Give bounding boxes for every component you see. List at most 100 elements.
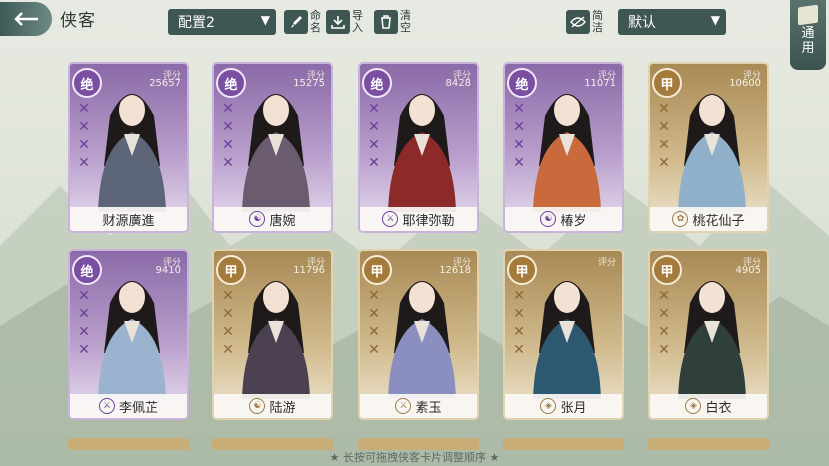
hero-name: 白衣 (705, 400, 732, 416)
star-marks: ✕ ✕ ✕ ✕ (658, 288, 670, 358)
yin-yang-icon: ☯ (540, 211, 557, 227)
name-bar: ◈ 白衣 (650, 394, 767, 418)
score-value: 12618 (439, 265, 471, 276)
score-value: 4905 (735, 265, 761, 276)
chevron-down-icon: ▼ (260, 13, 270, 27)
star-marks: ✕ ✕ ✕ ✕ (513, 101, 525, 171)
back-button[interactable] (0, 2, 52, 36)
star-marks: ✕ ✕ ✕ ✕ (222, 101, 234, 171)
score-value: 25657 (149, 78, 181, 89)
name-bar: ⚔ 李佩芷 (70, 394, 187, 418)
name-bar: ☯ 陆游 (214, 394, 331, 418)
grade-badge: 甲 (652, 68, 682, 98)
star-marks: ✕ ✕ ✕ ✕ (368, 101, 380, 171)
hero-name: 财源廣進 (102, 213, 155, 229)
hero-card[interactable]: 绝 ✕ ✕ ✕ ✕ 评分 25657 财源廣進 (68, 62, 189, 233)
hero-card[interactable]: 绝 ✕ ✕ ✕ ✕ 评分 15275 ☯ 唐婉 (212, 62, 333, 233)
hero-portrait (98, 94, 166, 212)
hero-portrait (678, 281, 746, 399)
grade-badge: 甲 (652, 255, 682, 285)
back-arrow-icon (14, 12, 38, 26)
brush-icon (284, 10, 308, 34)
grade-badge: 绝 (72, 68, 102, 98)
hero-card[interactable]: 绝 ✕ ✕ ✕ ✕ 评分 8428 ⚔ 耶律弥勒 (358, 62, 479, 233)
grade-badge: 甲 (507, 255, 537, 285)
grade-badge: 绝 (507, 68, 537, 98)
hero-card[interactable]: 甲 ✕ ✕ ✕ ✕ 评分 12618 ⚔ 素玉 (358, 249, 479, 420)
grade-badge: 绝 (362, 68, 392, 98)
top-bar: 侠客 配置2 ▼ 命名 导入 清空 简洁 默认 ▼ (0, 0, 829, 42)
yin-yang-icon: ☯ (249, 211, 266, 227)
book-icon (798, 4, 818, 26)
name-bar: ◈ 张月 (505, 394, 622, 418)
hero-name: 陆游 (269, 400, 296, 416)
chevron-down-icon: ▼ (710, 13, 720, 27)
hero-portrait (242, 94, 310, 212)
grade-badge: 甲 (216, 255, 246, 285)
import-label: 导入 (352, 9, 363, 34)
score-label: 评分 (597, 258, 616, 268)
score-value: 11071 (584, 78, 616, 89)
hero-portrait (388, 281, 456, 399)
compact-toggle[interactable]: 简洁 (566, 8, 606, 36)
import-button[interactable]: 导入 (326, 8, 366, 36)
shield-icon: ◈ (540, 398, 557, 414)
flower-icon: ✿ (672, 211, 689, 227)
name-bar: ✿ 桃花仙子 (650, 207, 767, 231)
hero-name: 素玉 (415, 400, 442, 416)
name-bar: ☯ 椿岁 (505, 207, 622, 231)
compact-label: 简洁 (592, 9, 603, 34)
hero-portrait (533, 94, 601, 212)
drag-hint: ★ 长按可拖拽侠客卡片调整顺序 ★ (329, 451, 500, 464)
score-value: 8428 (445, 78, 471, 89)
star-marks: ✕ ✕ ✕ ✕ (222, 288, 234, 358)
grade-badge: 甲 (362, 255, 392, 285)
grade-badge: 绝 (72, 255, 102, 285)
preset-dropdown[interactable]: 配置2 ▼ (168, 9, 276, 35)
hero-card[interactable]: 甲 ✕ ✕ ✕ ✕ 评分 11796 ☯ 陆游 (212, 249, 333, 420)
hero-portrait (242, 281, 310, 399)
general-tab[interactable]: 通用 (790, 0, 826, 70)
hero-card[interactable]: 绝 ✕ ✕ ✕ ✕ 评分 11071 ☯ 椿岁 (503, 62, 624, 233)
hero-name: 张月 (560, 400, 587, 416)
star-marks: ✕ ✕ ✕ ✕ (658, 101, 670, 171)
page-title: 侠客 (60, 11, 96, 31)
clear-button[interactable]: 清空 (374, 8, 414, 36)
name-bar: ⚔ 素玉 (360, 394, 477, 418)
blade-icon: ⚔ (395, 398, 412, 414)
eye-hidden-icon (566, 10, 590, 34)
hero-name: 耶律弥勒 (402, 213, 455, 229)
hero-card[interactable]: 甲 ✕ ✕ ✕ ✕ 评分 4905 ◈ 白衣 (648, 249, 769, 420)
sort-value: 默认 (628, 15, 656, 31)
hero-name: 椿岁 (560, 213, 587, 229)
hero-card[interactable]: 甲 ✕ ✕ ✕ ✕ 评分 10600 ✿ 桃花仙子 (648, 62, 769, 233)
shield-icon: ◈ (685, 398, 702, 414)
star-marks: ✕ ✕ ✕ ✕ (513, 288, 525, 358)
star-marks: ✕ ✕ ✕ ✕ (78, 288, 90, 358)
hero-name: 唐婉 (269, 213, 296, 229)
name-bar: 财源廣進 (70, 207, 187, 231)
hero-portrait (98, 281, 166, 399)
score-value: 11796 (293, 265, 325, 276)
score-value: 9410 (155, 265, 181, 276)
import-icon (326, 10, 350, 34)
score-value: 10600 (729, 78, 761, 89)
trash-icon (374, 10, 398, 34)
yin-yang-icon: ☯ (249, 398, 266, 414)
hero-name: 桃花仙子 (692, 213, 745, 229)
blade-icon: ⚔ (98, 398, 115, 414)
hero-portrait (388, 94, 456, 212)
rename-button[interactable]: 命名 (284, 8, 324, 36)
hero-name: 李佩芷 (118, 400, 158, 416)
sort-dropdown[interactable]: 默认 ▼ (618, 9, 726, 35)
preset-value: 配置2 (178, 15, 215, 31)
hero-card[interactable]: 甲 ✕ ✕ ✕ ✕ 评分 ◈ 张月 (503, 249, 624, 420)
hero-portrait (533, 281, 601, 399)
general-label: 通用 (801, 26, 815, 56)
hero-portrait (678, 94, 746, 212)
star-marks: ✕ ✕ ✕ ✕ (368, 288, 380, 358)
hero-card[interactable]: 绝 ✕ ✕ ✕ ✕ 评分 9410 ⚔ 李佩芷 (68, 249, 189, 420)
score-value: 15275 (293, 78, 325, 89)
blade-icon: ⚔ (382, 211, 399, 227)
name-bar: ☯ 唐婉 (214, 207, 331, 231)
